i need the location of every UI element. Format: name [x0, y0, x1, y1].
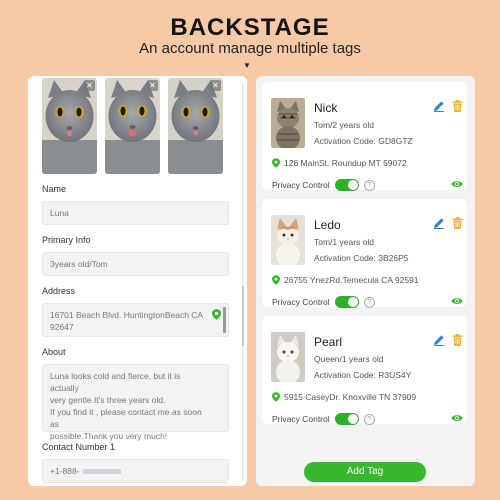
- scrollbar-thumb[interactable]: [242, 286, 244, 346]
- primary-info-label: Primary Info: [42, 235, 91, 245]
- page-title: BACKSTAGE: [170, 14, 330, 41]
- pet-info: Tom/2 years old: [314, 120, 374, 130]
- cat-photo-icon: [168, 78, 223, 174]
- tabby-cat-icon: [271, 98, 305, 148]
- edit-icon[interactable]: [433, 334, 445, 346]
- help-icon[interactable]: ?: [363, 413, 375, 425]
- scrollbar-track[interactable]: [242, 82, 244, 480]
- photo-gallery: ✕ ✕ ✕: [42, 78, 223, 174]
- name-field[interactable]: Luna: [42, 201, 229, 225]
- close-icon[interactable]: ✕: [84, 80, 95, 91]
- pet-photo: [271, 98, 305, 148]
- tag-card[interactable]: Nick Tom/2 years old Activation Code: GD…: [262, 82, 467, 191]
- privacy-label: Privacy Control: [272, 414, 330, 424]
- privacy-control: Privacy Control ?: [272, 179, 375, 191]
- address-line: 92647: [50, 322, 74, 332]
- eye-icon[interactable]: [451, 180, 463, 188]
- tag-card[interactable]: Pearl Queen/1 years old Activation Code:…: [262, 316, 467, 425]
- privacy-label: Privacy Control: [272, 297, 330, 307]
- cat-photo-3[interactable]: ✕: [168, 78, 223, 174]
- about-line: possible.Thank you very much!: [50, 431, 168, 441]
- privacy-control: Privacy Control ?: [272, 296, 375, 308]
- privacy-toggle[interactable]: [334, 179, 359, 191]
- pet-photo: [271, 332, 305, 382]
- cat-photo-1[interactable]: ✕: [42, 78, 97, 174]
- pet-address: 5915 CaseyDr. Knoxville TN 37909: [272, 392, 416, 402]
- contact-field[interactable]: +1-888-: [42, 459, 229, 483]
- address-label: Address: [42, 286, 76, 296]
- pet-name: Nick: [314, 101, 338, 115]
- cat-photo-icon: [42, 78, 97, 174]
- trash-icon[interactable]: [452, 334, 463, 346]
- eye-icon[interactable]: [451, 414, 463, 422]
- pet-name: Pearl: [314, 335, 343, 349]
- white-cat-icon: [271, 332, 305, 382]
- edit-icon[interactable]: [433, 100, 445, 112]
- address-text: 26755 YnezRd.Temecula CA 92591: [284, 275, 419, 285]
- tag-edit-panel: ✕ ✕ ✕ Name Luna Primary Info 3years old/…: [28, 76, 247, 486]
- primary-info-field[interactable]: 3years old/Tom: [42, 252, 229, 276]
- arrow-down-icon: ▼: [243, 61, 251, 70]
- trash-icon[interactable]: [452, 217, 463, 229]
- close-icon[interactable]: ✕: [147, 80, 158, 91]
- pet-address: 126 MainSt. Roundup MT 59072: [272, 158, 407, 168]
- help-icon[interactable]: ?: [363, 179, 375, 191]
- address-text: 5915 CaseyDr. Knoxville TN 37909: [284, 392, 417, 402]
- edit-icon[interactable]: [433, 217, 445, 229]
- activation-code: Activation Code: GD8GTZ: [314, 136, 413, 146]
- about-label: About: [42, 347, 66, 357]
- about-textarea[interactable]: Luna looks cold and fierce, but it is ac…: [42, 364, 229, 441]
- trash-icon[interactable]: [452, 100, 463, 112]
- tag-list-panel: Nick Tom/2 years old Activation Code: GD…: [256, 76, 475, 486]
- help-icon[interactable]: ?: [363, 296, 375, 308]
- location-pin-icon: [272, 392, 280, 402]
- eye-icon[interactable]: [451, 297, 463, 305]
- about-line: very gentle.It's three years old.: [50, 395, 166, 405]
- page-subtitle: An account manage multiple tags: [139, 40, 361, 57]
- about-line: If you find it , please contact me as so…: [50, 407, 202, 429]
- address-field[interactable]: 16701 Beach Blvd. HuntingtonBeach CA 926…: [42, 303, 229, 337]
- add-tag-button[interactable]: Add Tag: [304, 462, 426, 482]
- privacy-toggle[interactable]: [334, 296, 359, 308]
- privacy-toggle[interactable]: [334, 413, 359, 425]
- cat-photo-icon: [105, 78, 160, 174]
- pet-name: Ledo: [314, 218, 341, 232]
- activation-code: Activation Code: 3B26P5: [314, 253, 409, 263]
- privacy-label: Privacy Control: [272, 180, 330, 190]
- location-pin-icon[interactable]: [212, 309, 221, 320]
- pet-address: 26755 YnezRd.Temecula CA 92591: [272, 275, 419, 285]
- pet-photo: [271, 215, 305, 265]
- activation-code: Activation Code: R3US4Y: [314, 370, 412, 380]
- contact-label: Contact Number 1: [42, 442, 116, 452]
- address-line: 16701 Beach Blvd. HuntingtonBeach CA: [50, 310, 204, 320]
- pet-info: Queen/1 years old: [314, 354, 384, 364]
- name-label: Name: [42, 184, 67, 194]
- location-pin-icon: [272, 158, 280, 168]
- cat-photo-2[interactable]: ✕: [105, 78, 160, 174]
- ginger-white-cat-icon: [271, 215, 305, 265]
- privacy-control: Privacy Control ?: [272, 413, 375, 425]
- address-text: 126 MainSt. Roundup MT 59072: [284, 158, 407, 168]
- tag-card[interactable]: Ledo Tom/1 years old Activation Code: 3B…: [262, 199, 467, 308]
- pet-info: Tom/1 years old: [314, 237, 374, 247]
- resize-handle[interactable]: [223, 307, 226, 333]
- close-icon[interactable]: ✕: [210, 80, 221, 91]
- about-line: Luna looks cold and fierce, but it is ac…: [50, 371, 181, 393]
- location-pin-icon: [272, 275, 280, 285]
- contact-value: +1-888-: [50, 466, 80, 476]
- redacted-number: [82, 469, 121, 475]
